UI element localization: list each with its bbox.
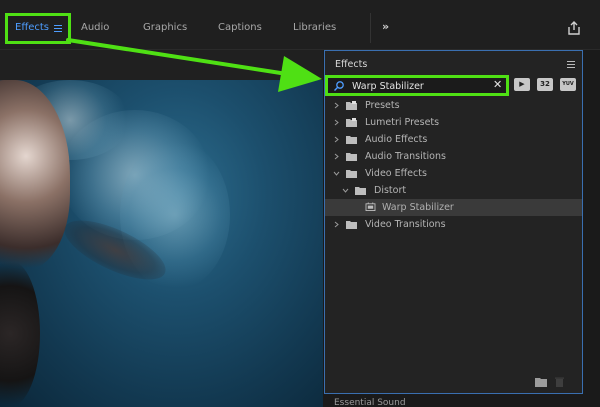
tree-item-video-transitions[interactable]: Video Transitions: [325, 216, 582, 233]
trash-icon[interactable]: [555, 377, 564, 387]
tree-item-lumetri-presets[interactable]: Lumetri Presets: [325, 114, 582, 131]
tree-item-label: Distort: [374, 185, 407, 196]
video-frame: [0, 80, 323, 407]
folder-icon: [346, 170, 357, 178]
tree-item-presets[interactable]: Presets: [325, 97, 582, 114]
workspace-tab-libraries[interactable]: Libraries: [293, 0, 336, 50]
workspace-divider: [370, 13, 371, 43]
search-icon: [334, 81, 344, 91]
monitor-header: [0, 50, 323, 80]
yuv-effects-filter-button[interactable]: YUV: [560, 78, 576, 91]
share-icon[interactable]: [566, 20, 582, 36]
chevron-right-icon[interactable]: [333, 102, 340, 109]
chevron-right-icon[interactable]: [333, 221, 340, 228]
chevron-down-icon[interactable]: [333, 170, 340, 177]
more-workspaces-button[interactable]: »: [382, 20, 389, 33]
preset-bin-icon: [346, 118, 357, 127]
tree-item-label: Lumetri Presets: [365, 117, 440, 128]
tree-item-label: Presets: [365, 100, 400, 111]
panel-title: Effects: [335, 59, 368, 70]
effects-tree: Presets Lumetri Presets Audio Effects Au…: [325, 97, 582, 233]
clear-search-icon[interactable]: ✕: [493, 78, 502, 91]
chevron-right-icon[interactable]: [333, 119, 340, 126]
effects-search-box[interactable]: ✕: [325, 75, 509, 96]
effects-search-input[interactable]: [352, 79, 482, 93]
effects-panel: Effects ✕ ▶ 32 YUV Presets Lumetri Prese…: [324, 50, 583, 394]
tree-item-label: Video Effects: [365, 168, 427, 179]
workspace-tab-graphics[interactable]: Graphics: [143, 0, 187, 50]
tree-item-audio-transitions[interactable]: Audio Transitions: [325, 148, 582, 165]
folder-icon: [346, 221, 357, 229]
essential-sound-panel-tab[interactable]: Essential Sound: [334, 398, 406, 407]
preset-bin-icon: [346, 101, 357, 110]
tree-item-warp-stabilizer[interactable]: Warp Stabilizer: [325, 199, 582, 216]
tree-item-label: Audio Effects: [365, 134, 428, 145]
chevron-down-icon[interactable]: [342, 187, 349, 194]
folder-icon: [355, 187, 366, 195]
chevron-right-icon[interactable]: [333, 136, 340, 143]
effect-icon: [365, 202, 376, 211]
folder-icon: [346, 153, 357, 161]
folder-icon: [346, 136, 357, 144]
program-monitor: [0, 50, 323, 407]
accelerated-effects-filter-button[interactable]: ▶: [514, 78, 530, 91]
tree-item-label: Warp Stabilizer: [382, 202, 454, 213]
workspace-tab-audio[interactable]: Audio: [81, 0, 109, 50]
32bit-effects-filter-button[interactable]: 32: [537, 78, 553, 91]
effects-tab-highlight: [5, 13, 71, 44]
workspace-bar: Effects Audio Graphics Captions Librarie…: [0, 0, 600, 50]
tree-item-distort[interactable]: Distort: [325, 182, 582, 199]
chevron-right-icon[interactable]: [333, 153, 340, 160]
workspace-tab-captions[interactable]: Captions: [218, 0, 262, 50]
tree-item-audio-effects[interactable]: Audio Effects: [325, 131, 582, 148]
tree-item-label: Video Transitions: [365, 219, 446, 230]
tree-item-video-effects[interactable]: Video Effects: [325, 165, 582, 182]
new-bin-icon[interactable]: [535, 377, 547, 387]
panel-menu-icon[interactable]: [567, 61, 575, 68]
tree-item-label: Audio Transitions: [365, 151, 446, 162]
